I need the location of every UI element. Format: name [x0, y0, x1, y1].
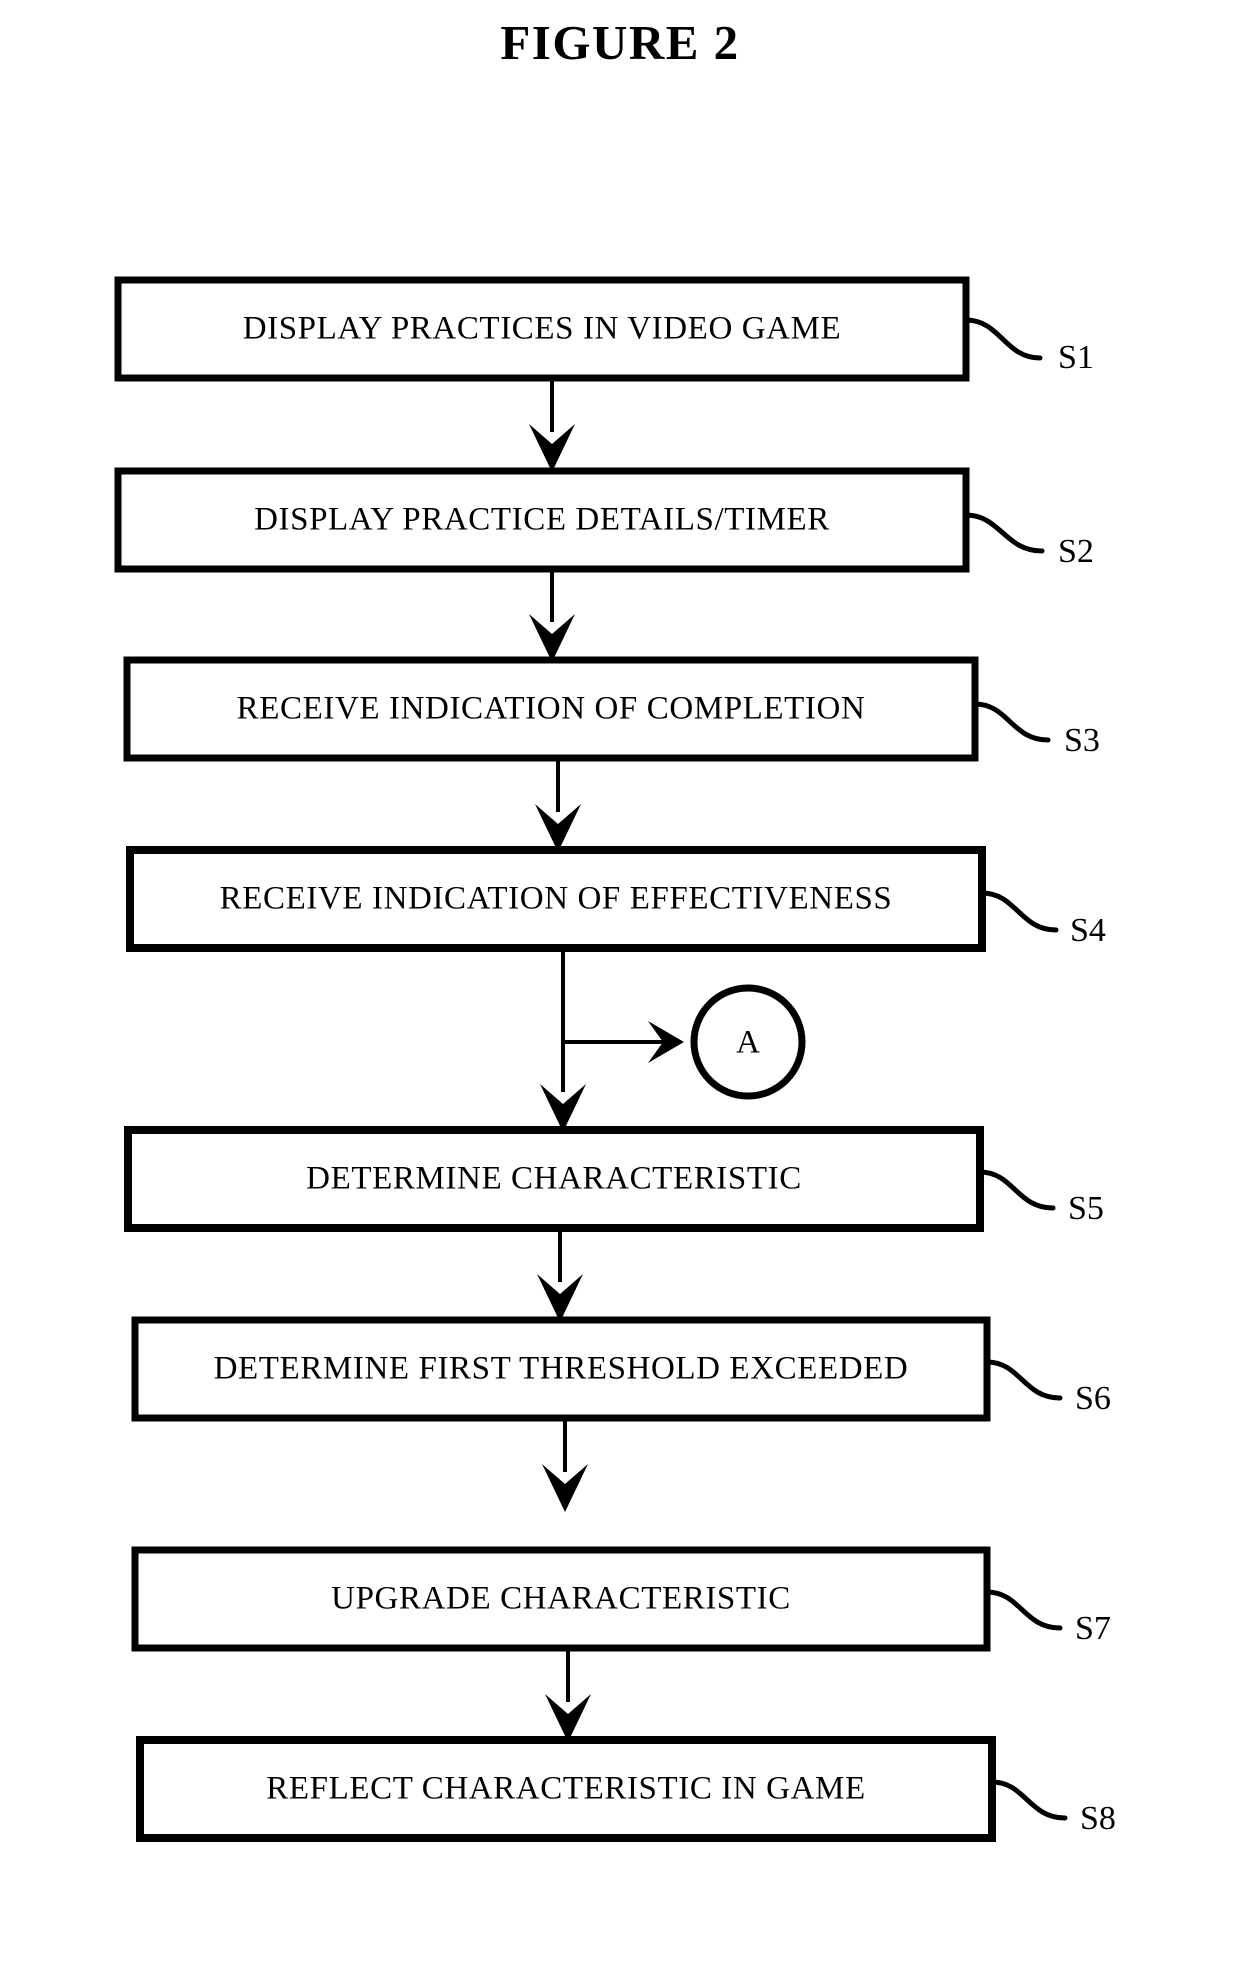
flow-branch-to-connector-a [563, 1021, 684, 1063]
leader-line-s6 [984, 1359, 1063, 1401]
step-ref-s4: S4 [1070, 912, 1106, 949]
step-label-s1: DISPLAY PRACTICES IN VIDEO GAME [243, 311, 842, 347]
leader-line-s7 [984, 1589, 1063, 1631]
flow-step-s5[interactable]: DETERMINE CHARACTERISTIC [124, 1126, 984, 1232]
flow-arrow-s7-s8 [545, 1648, 591, 1742]
flow-arrow-s2-s3 [529, 569, 575, 662]
flow-step-s6[interactable]: DETERMINE FIRST THRESHOLD EXCEEDED [131, 1316, 991, 1422]
flow-step-s8[interactable]: REFLECT CHARACTERISTIC IN GAME [136, 1736, 996, 1842]
flow-step-s4[interactable]: RECEIVE INDICATION OF EFFECTIVENESS [126, 846, 986, 952]
flow-arrow-s5-s6 [537, 1228, 583, 1322]
step-ref-s3: S3 [1064, 722, 1100, 759]
step-ref-s1: S1 [1058, 339, 1094, 376]
leader-line-s2 [963, 512, 1045, 554]
step-label-s6: DETERMINE FIRST THRESHOLD EXCEEDED [214, 1351, 909, 1387]
step-ref-s5: S5 [1068, 1190, 1104, 1227]
leader-line-s1 [963, 317, 1043, 361]
step-ref-s2: S2 [1058, 533, 1094, 570]
leader-line-s8 [989, 1779, 1068, 1821]
flow-step-s3[interactable]: RECEIVE INDICATION OF COMPLETION [123, 656, 979, 762]
step-ref-s7: S7 [1075, 1610, 1111, 1647]
step-ref-s8: S8 [1080, 1800, 1116, 1837]
leader-line-s5 [977, 1169, 1056, 1211]
step-label-s7: UPGRADE CHARACTERISTIC [331, 1581, 791, 1617]
figure-page: FIGURE 2 DISPLAY PRACTICES IN VIDEO GAME… [0, 0, 1240, 1972]
flow-step-s7[interactable]: UPGRADE CHARACTERISTIC [131, 1546, 991, 1652]
offpage-connector-a[interactable]: A [690, 984, 806, 1100]
flow-arrow-s1-s2 [529, 378, 575, 472]
flow-arrow-s3-s4 [535, 758, 581, 852]
flow-step-s1[interactable]: DISPLAY PRACTICES IN VIDEO GAME [114, 276, 970, 382]
step-label-s3: RECEIVE INDICATION OF COMPLETION [237, 691, 866, 727]
step-label-s4: RECEIVE INDICATION OF EFFECTIVENESS [220, 881, 893, 917]
step-label-s2: DISPLAY PRACTICE DETAILS/TIMER [254, 502, 830, 538]
step-label-s5: DETERMINE CHARACTERISTIC [306, 1161, 802, 1197]
flow-step-s2[interactable]: DISPLAY PRACTICE DETAILS/TIMER [114, 467, 970, 573]
connector-label-a: A [736, 1025, 760, 1061]
leader-line-s4 [979, 890, 1059, 933]
flow-arrow-s6-s7 [542, 1418, 588, 1512]
flowchart-canvas: DISPLAY PRACTICES IN VIDEO GAME S1 DISPL… [114, 276, 1116, 1842]
step-ref-s6: S6 [1075, 1380, 1111, 1417]
leader-line-s3 [972, 701, 1051, 743]
step-label-s8: REFLECT CHARACTERISTIC IN GAME [266, 1771, 866, 1807]
